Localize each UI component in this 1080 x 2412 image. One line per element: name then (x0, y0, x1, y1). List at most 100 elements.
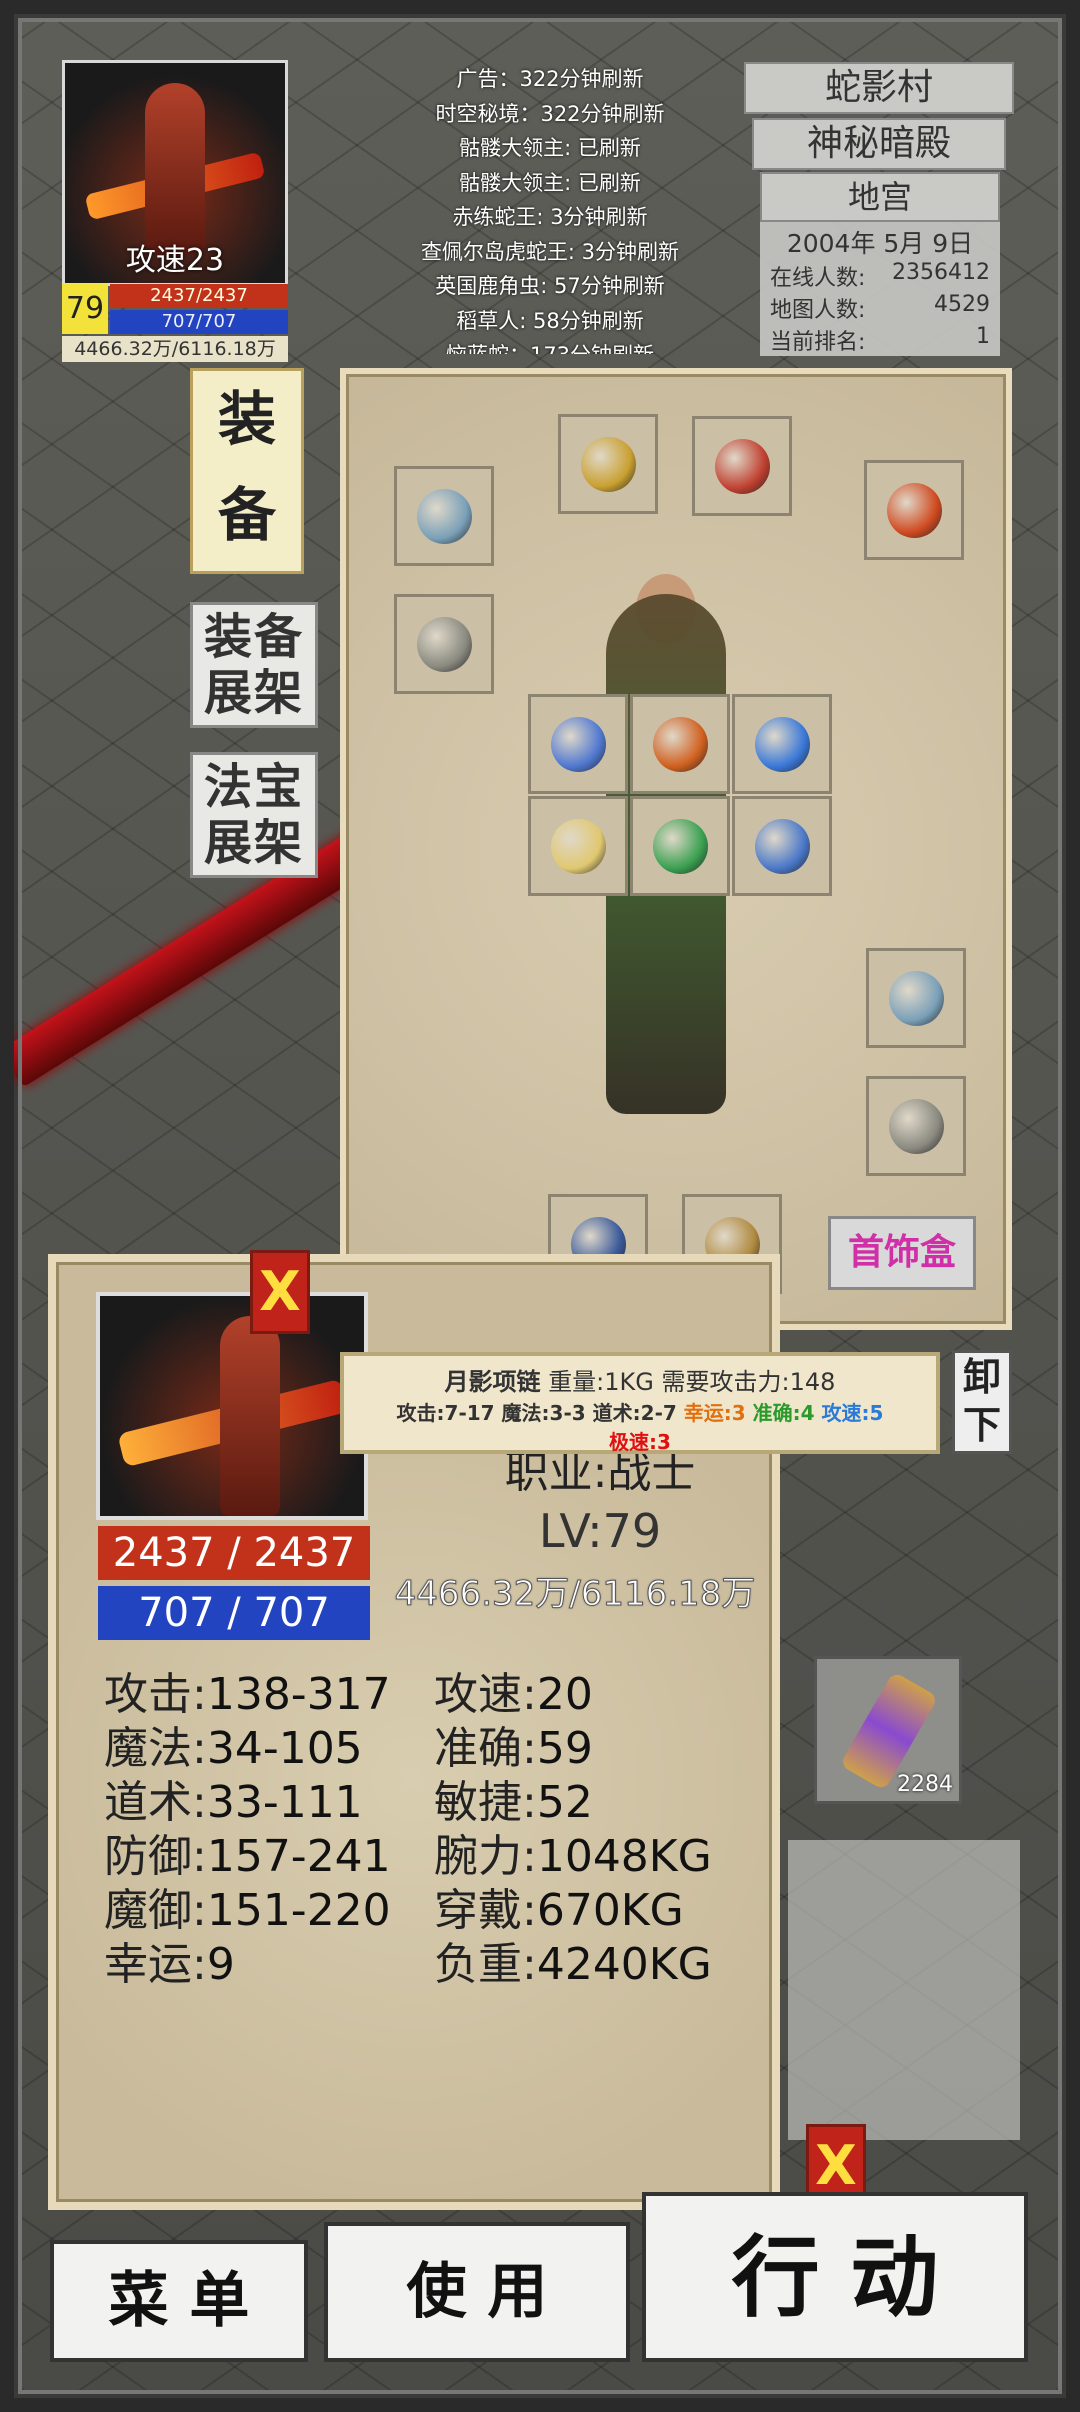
stat-strength: 腕力:1048KG (434, 1831, 712, 1882)
item-weight: 重量:1KG (548, 1368, 654, 1396)
stat-agility: 敏捷:52 (434, 1777, 593, 1828)
location-palace-button[interactable]: 地宫 (760, 172, 1000, 222)
tab-equipment-line1: 装 (217, 385, 276, 453)
ring-icon (889, 1099, 944, 1154)
stat-magic-defense: 魔御:151-220 (104, 1885, 391, 1936)
refresh-item: 恼蓝蛇：173分钟刷新 (340, 338, 760, 354)
location-temple-button[interactable]: 神秘暗殿 (752, 118, 1006, 170)
item-accuracy: 准确:4 (752, 1401, 815, 1425)
refresh-item: 稻草人: 58分钟刷新 (456, 308, 644, 333)
map-players-count: 4529 (934, 292, 990, 317)
equipment-shelf-button[interactable]: 装备 展架 (190, 602, 318, 728)
tab-equipment[interactable]: 装 备 (190, 368, 304, 574)
item-magic: 魔法:3-3 (501, 1401, 586, 1425)
stat-defense: 防御:157-241 (104, 1831, 391, 1882)
rank-label: 当前排名: (770, 330, 866, 355)
online-count: 2356412 (892, 260, 990, 285)
level-label: LV:79 (538, 1504, 662, 1558)
bag-slot-scroll[interactable]: 2284 (814, 1656, 962, 1804)
item-name: 月影项链 (444, 1368, 541, 1396)
action-button[interactable]: 行 动 (642, 2192, 1028, 2362)
gem-ring-icon (653, 819, 708, 874)
gem-slot-3[interactable] (732, 694, 832, 794)
mp-bar-large: 707 / 707 (98, 1586, 370, 1640)
item-speed: 攻速:5 (821, 1401, 884, 1425)
equipment-shelf-line1: 装备 (203, 609, 304, 665)
refresh-item: 骷髅大领主: 已刷新 (459, 136, 641, 160)
gem-slot-6[interactable] (732, 796, 832, 896)
gem-slot-5[interactable] (630, 796, 730, 896)
treasure-shelf-line1: 法宝 (203, 759, 304, 815)
level-badge: 79 (62, 284, 108, 334)
item-luck: 幸运:3 (683, 1401, 746, 1425)
character-portrait-large (96, 1292, 368, 1520)
item-crit: 极速:3 (609, 1430, 671, 1454)
gem-ring-icon (551, 717, 606, 772)
unequip-line2: 下 (962, 1403, 1001, 1447)
refresh-item: 骷髅大领主: 已刷新 (459, 170, 641, 195)
bracelet-left-slot[interactable] (394, 466, 494, 566)
location-village-button[interactable]: 蛇影村 (744, 62, 1014, 114)
gem-slot-4[interactable] (528, 796, 628, 896)
online-label: 在线人数: (770, 266, 866, 291)
stat-magic: 魔法:34-105 (104, 1723, 363, 1774)
bracelet-right-slot[interactable] (866, 948, 966, 1048)
stat-luck: 幸运:9 (104, 1939, 235, 1990)
warrior-icon (145, 83, 205, 253)
ring-right-slot[interactable] (866, 1076, 966, 1176)
stat-attack-speed: 攻速:20 (434, 1669, 593, 1720)
unequip-button[interactable]: 卸 下 (952, 1350, 1012, 1454)
tooltip-line1: 月影项链 重量:1KG 需要攻击力:148 (344, 1362, 936, 1397)
boss-refresh-list: 广告：322分钟刷新 时空秘境：322分钟刷新 骷髅大领主: 已刷新 骷髅大领主… (340, 62, 760, 354)
treasure-shelf-line2: 展架 (203, 815, 304, 871)
exp-label: 4466.32万/6116.18万 (394, 1574, 756, 1615)
gem-ring-icon (551, 819, 606, 874)
stats-grid: 攻击:138-317 攻速:20 魔法:34-105 准确:59 道术:33-1… (104, 1670, 764, 1990)
attack-speed-label: 攻速23 (125, 243, 225, 278)
gem-ring-icon (653, 717, 708, 772)
hp-bar: 2437/2437 (110, 284, 288, 308)
item-attack: 攻击:7-17 (396, 1401, 495, 1425)
helmet-slot[interactable] (558, 414, 658, 514)
item-tao: 道术:2-7 (592, 1401, 677, 1425)
menu-button[interactable]: 菜 单 (50, 2240, 308, 2362)
refresh-item: 赤练蛇王: 3分钟刷新 (452, 205, 648, 229)
gem-ring-icon (755, 819, 810, 874)
stat-accuracy: 准确:59 (434, 1723, 593, 1774)
stat-carry: 负重:4240KG (434, 1939, 712, 1990)
use-button[interactable]: 使 用 (324, 2222, 630, 2362)
medal-slot[interactable] (864, 460, 964, 560)
necklace-icon (715, 439, 770, 494)
tab-equipment-line2: 备 (217, 481, 276, 549)
necklace-slot[interactable] (692, 416, 792, 516)
stat-tao: 道术:33-111 (104, 1777, 363, 1828)
jewelry-box-button[interactable]: 首饰盒 (828, 1216, 976, 1290)
treasure-shelf-button[interactable]: 法宝 展架 (190, 752, 318, 878)
item-count: 2284 (897, 1772, 953, 1797)
item-requirement: 需要攻击力:148 (661, 1368, 836, 1396)
map-players-label: 地图人数: (770, 298, 866, 323)
refresh-item: 时空秘境：322分钟刷新 (435, 101, 665, 126)
bracelet-icon (417, 489, 472, 544)
bag-empty-area[interactable] (788, 1840, 1020, 2140)
warrior-icon (220, 1316, 280, 1516)
refresh-item: 查佩尔岛虎蛇王: 3分钟刷新 (420, 239, 680, 264)
ring-icon (417, 617, 472, 672)
game-date: 2004年 5月 9日 (786, 229, 974, 258)
gem-ring-icon (755, 717, 810, 772)
stat-attack: 攻击:138-317 (104, 1669, 391, 1720)
gem-slot-2[interactable] (630, 694, 730, 794)
equipment-shelf-line2: 展架 (203, 665, 304, 721)
refresh-item: 英国鹿角虫: 57分钟刷新 (435, 274, 665, 298)
close-stats-button[interactable]: X (250, 1250, 310, 1334)
item-tooltip: 月影项链 重量:1KG 需要攻击力:148 攻击:7-17 魔法:3-3 道术:… (340, 1352, 940, 1454)
ring-left-slot[interactable] (394, 594, 494, 694)
tooltip-line2: 攻击:7-17 魔法:3-3 道术:2-7 幸运:3 准确:4 攻速:5 (344, 1397, 936, 1426)
orb-icon (887, 483, 942, 538)
equipment-panel: 首饰盒 (340, 368, 1012, 1330)
stat-wear: 穿戴:670KG (434, 1885, 684, 1936)
player-portrait[interactable]: 攻速23 (62, 60, 288, 286)
bracelet-icon (889, 971, 944, 1026)
gem-slot-1[interactable] (528, 694, 628, 794)
helmet-icon (581, 437, 636, 492)
